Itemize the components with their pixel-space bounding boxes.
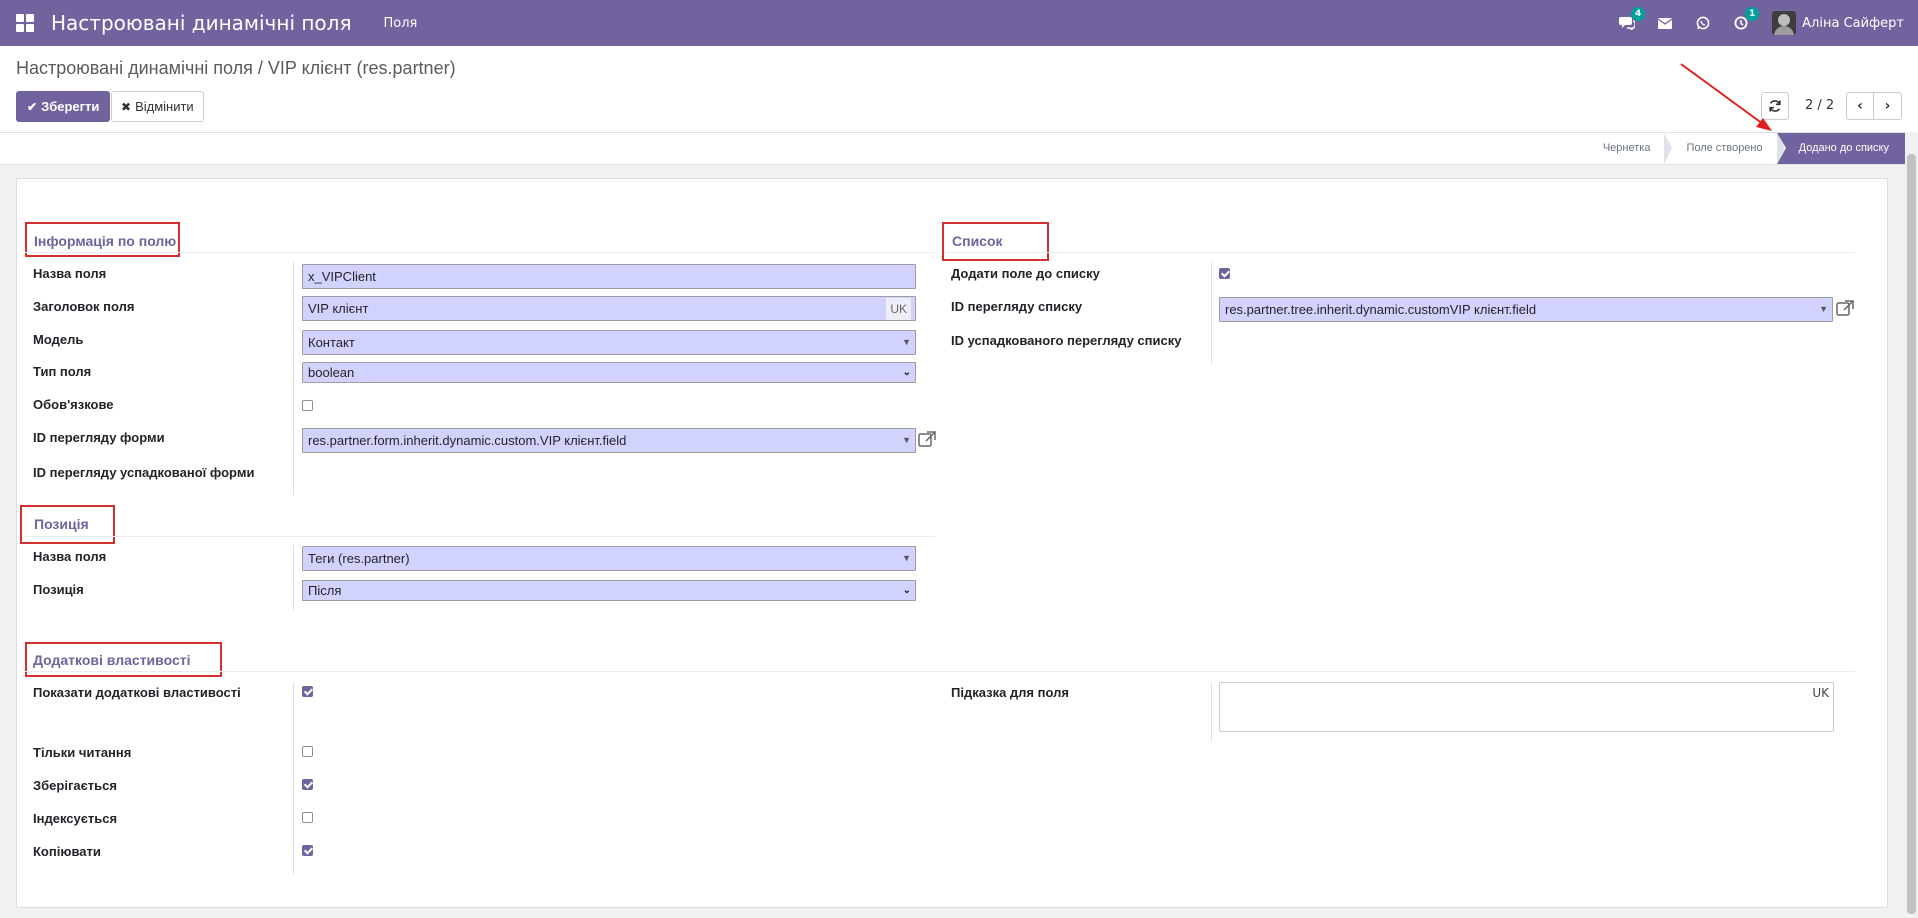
whatsapp-icon[interactable] (1694, 14, 1712, 32)
label-field-help: Підказка для поля (951, 685, 1069, 700)
section-divider (25, 252, 935, 253)
caret-down-icon: ▼ (902, 553, 911, 563)
stage-draft[interactable]: Чернетка (1581, 133, 1673, 164)
show-extra-checkbox[interactable] (302, 686, 313, 697)
stored-checkbox[interactable] (302, 779, 313, 790)
position-value: Після (308, 583, 342, 598)
pager-previous-button[interactable]: ‹ (1846, 92, 1874, 120)
form-view-id-value: res.partner.form.inherit.dynamic.custom.… (308, 433, 627, 448)
label-readonly: Тільки читання (33, 745, 132, 760)
label-position: Позиція (33, 582, 84, 597)
translate-button[interactable]: UK (886, 298, 911, 320)
chat-badge: 4 (1631, 7, 1646, 21)
save-label: Зберегти (41, 99, 100, 114)
avatar[interactable] (1772, 11, 1797, 35)
form-sheet (16, 178, 1888, 908)
top-navbar: Настроювані динамічні поля Поля 4 1 Алін… (0, 0, 1918, 46)
label-divider (1211, 262, 1212, 364)
indexed-checkbox[interactable] (302, 812, 313, 823)
navbar-systray: 4 1 Аліна Сайферт (1598, 0, 1904, 46)
position-field-select[interactable]: Теги (res.partner) ▼ (302, 546, 916, 571)
readonly-checkbox[interactable] (302, 746, 313, 757)
label-inherited-form-view-id: ID перегляду успадкованої форми (33, 465, 255, 480)
scrollbar[interactable] (1905, 132, 1918, 918)
form-view-id-select[interactable]: res.partner.form.inherit.dynamic.custom.… (302, 428, 916, 453)
user-name[interactable]: Аліна Сайферт (1802, 16, 1904, 31)
list-view-id-value: res.partner.tree.inherit.dynamic.customV… (1225, 302, 1537, 317)
section-title-field-info: Інформація по полю (34, 233, 177, 249)
add-to-list-checkbox[interactable] (1219, 268, 1230, 279)
label-form-view-id: ID перегляду форми (33, 430, 165, 445)
chevron-right-icon: › (1884, 98, 1891, 114)
section-divider (945, 252, 1855, 253)
label-field-type: Тип поля (33, 364, 92, 379)
position-field-value: Теги (res.partner) (308, 551, 410, 566)
field-caption-value: VIP клієнт (308, 301, 369, 316)
refresh-button[interactable] (1761, 92, 1789, 120)
field-caption-input[interactable]: VIP клієнт UK (302, 296, 916, 321)
chevron-down-icon: ⌄ (902, 367, 911, 378)
breadcrumb[interactable]: Настроювані динамічні поля / VIP клієнт … (16, 58, 456, 79)
label-divider (293, 682, 294, 874)
model-value: Контакт (308, 335, 355, 350)
close-icon: ✖ (121, 99, 132, 114)
external-link-icon[interactable] (1836, 300, 1854, 316)
field-type-value: boolean (308, 365, 355, 380)
chevron-down-icon: ⌄ (902, 585, 911, 596)
label-copy: Копіювати (33, 844, 101, 859)
label-field-name: Назва поля (33, 266, 107, 281)
caret-down-icon: ▼ (902, 435, 911, 445)
section-divider (25, 671, 1855, 672)
cancel-label: Відмінити (135, 99, 194, 114)
label-inherited-list-view-id: ID успадкованого перегляду списку (951, 333, 1182, 348)
required-checkbox[interactable] (302, 400, 313, 411)
statusbar: Чернетка Поле створено Додано до списку (0, 132, 1905, 165)
section-title-position: Позиція (34, 516, 89, 532)
chevron-left-icon: ‹ (1857, 98, 1863, 114)
check-icon: ✔ (27, 99, 38, 114)
app-title[interactable]: Настроювані динамічні поля (51, 11, 351, 35)
caret-down-icon: ▼ (1819, 304, 1828, 314)
save-button[interactable]: ✔ Зберегти (16, 91, 111, 122)
activity-badge: 1 (1745, 7, 1760, 21)
activity-icon[interactable]: 1 (1732, 7, 1760, 32)
position-select[interactable]: Після ⌄ (302, 580, 916, 601)
label-divider (1211, 682, 1212, 742)
field-name-input[interactable]: x_VIPClient (302, 264, 916, 289)
label-show-extra: Показати додаткові властивості (33, 685, 241, 700)
section-title-extra: Додаткові властивості (33, 652, 191, 668)
stage-added-to-list[interactable]: Додано до списку (1776, 133, 1905, 164)
menu-item-fields[interactable]: Поля (383, 16, 417, 31)
field-type-select[interactable]: boolean ⌄ (302, 362, 916, 383)
label-add-to-list: Додати поле до списку (951, 266, 1100, 281)
label-divider (293, 262, 294, 495)
pager-value[interactable]: 2 / 2 (1805, 98, 1834, 113)
label-model: Модель (33, 332, 84, 347)
label-position-field: Назва поля (33, 549, 107, 564)
pager-buttons: ‹ › (1846, 92, 1902, 120)
translate-button[interactable]: UK (1812, 686, 1829, 700)
label-stored: Зберігається (33, 778, 117, 793)
label-list-view-id: ID перегляду списку (951, 299, 1083, 314)
refresh-icon (1769, 100, 1781, 112)
copy-checkbox[interactable] (302, 845, 313, 856)
section-title-list: Список (952, 233, 1003, 249)
pager-next-button[interactable]: › (1874, 92, 1902, 120)
stage-field-created[interactable]: Поле створено (1664, 133, 1785, 164)
label-divider (293, 545, 294, 610)
caret-down-icon: ▼ (902, 337, 911, 347)
chat-icon[interactable]: 4 (1618, 7, 1646, 32)
label-required: Обов'язкове (33, 397, 114, 412)
external-link-icon[interactable] (918, 431, 936, 447)
field-help-textarea[interactable]: UK (1219, 682, 1834, 732)
cancel-button[interactable]: ✖ Відмінити (111, 91, 204, 122)
list-view-id-select[interactable]: res.partner.tree.inherit.dynamic.customV… (1219, 297, 1833, 322)
envelope-icon[interactable] (1656, 14, 1674, 32)
scrollbar-thumb[interactable] (1907, 154, 1916, 914)
model-select[interactable]: Контакт ▼ (302, 330, 916, 355)
section-divider (25, 536, 935, 537)
label-field-caption: Заголовок поля (33, 299, 135, 314)
apps-icon[interactable] (16, 14, 34, 32)
label-indexed: Індексується (33, 811, 118, 826)
